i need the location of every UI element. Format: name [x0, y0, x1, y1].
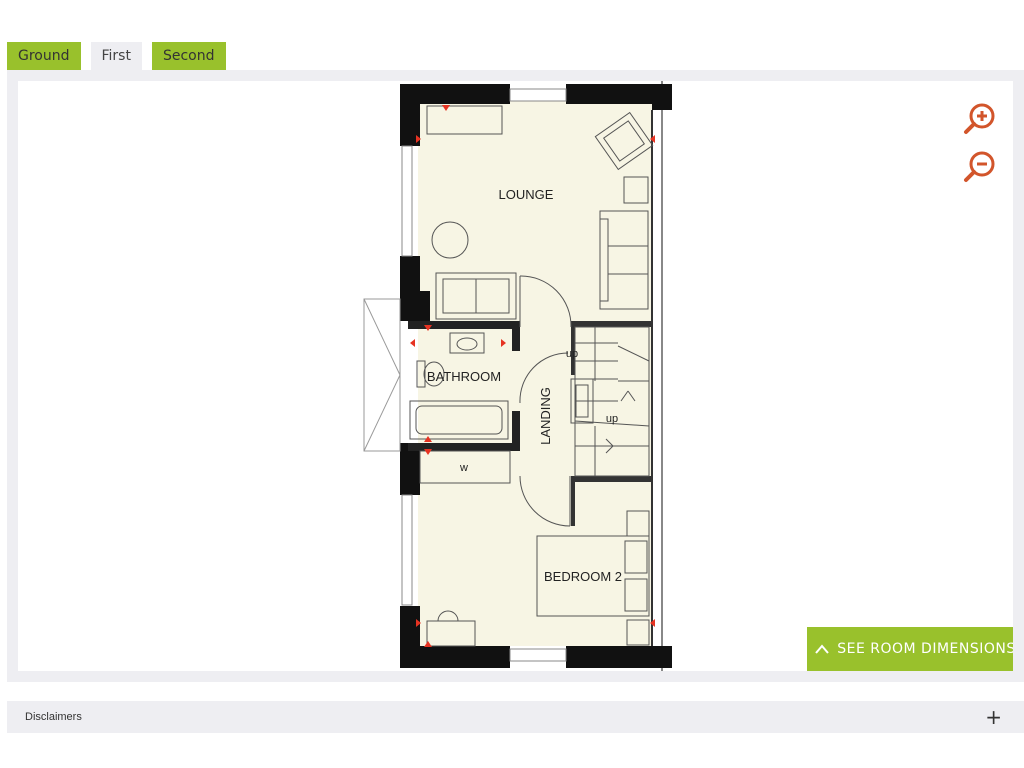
floor-tabs: Ground First Second: [7, 42, 226, 70]
stair-up-label: up: [566, 348, 578, 360]
see-room-dimensions-label: SEE ROOM DIMENSIONS: [837, 641, 1013, 657]
tab-second[interactable]: Second: [151, 42, 226, 70]
wall-bottom-left: [400, 646, 510, 668]
bathroom-label: BATHROOM: [427, 369, 501, 384]
chevron-up-icon: [815, 644, 829, 654]
tab-ground[interactable]: Ground: [7, 42, 81, 70]
floor-plan: LOUNGE BATHROOM LANDING BEDROOM 2 w up u…: [363, 81, 672, 671]
stair-up-label-2: up: [606, 413, 618, 425]
window-left-2: [401, 494, 413, 606]
window-left-1: [401, 145, 413, 257]
bedroom-label: BEDROOM 2: [544, 569, 622, 584]
window-top: [509, 88, 567, 102]
expand-plus-icon[interactable]: +: [985, 707, 1002, 727]
wall-left-bath: [400, 291, 430, 321]
zoom-in-icon[interactable]: [962, 100, 998, 136]
bay-window: [363, 298, 401, 452]
wardrobe-label: w: [459, 462, 468, 474]
window-bottom: [509, 648, 567, 662]
see-room-dimensions-button[interactable]: SEE ROOM DIMENSIONS: [807, 627, 1013, 671]
disclaimers-label: Disclaimers: [25, 711, 82, 723]
wall-left-mid: [400, 256, 420, 296]
disclaimers-bar[interactable]: Disclaimers +: [7, 701, 1024, 733]
lounge-label: LOUNGE: [499, 187, 554, 202]
floorplan-panel: LOUNGE BATHROOM LANDING BEDROOM 2 w up u…: [7, 70, 1024, 682]
zoom-out-icon[interactable]: [962, 148, 998, 184]
landing-label: LANDING: [538, 387, 553, 445]
tab-first[interactable]: First: [90, 42, 142, 70]
floorplan-canvas[interactable]: LOUNGE BATHROOM LANDING BEDROOM 2 w up u…: [18, 81, 1013, 671]
